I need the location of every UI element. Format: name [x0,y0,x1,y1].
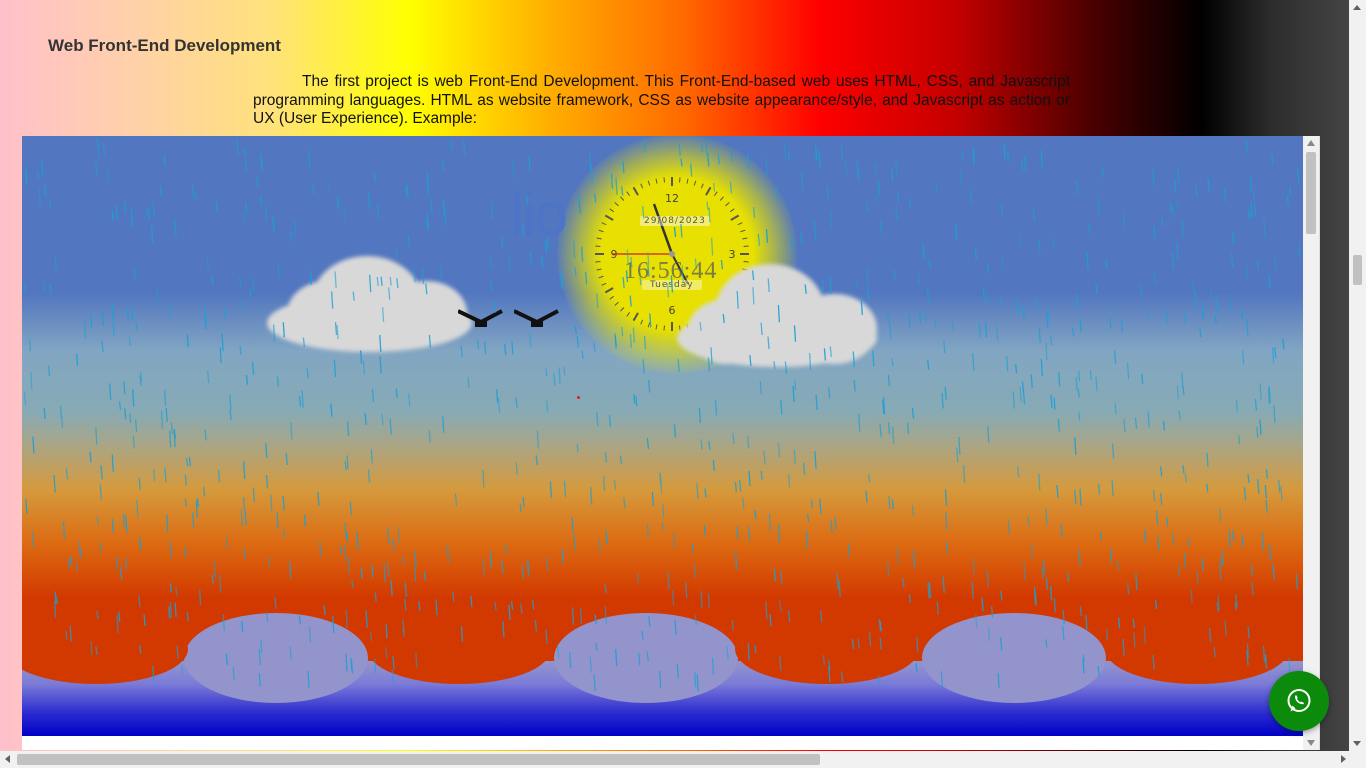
page-horizontal-scrollbar[interactable] [0,751,1366,768]
scroll-left-icon[interactable] [5,755,10,763]
whatsapp-button[interactable] [1269,671,1329,731]
scroll-down-icon[interactable] [1307,740,1315,746]
section-description: The first project is web Front-End Devel… [253,73,1070,127]
scroll-down-icon[interactable] [1353,741,1361,746]
iframe-vertical-scrollbar[interactable] [1303,136,1319,750]
scroll-up-icon[interactable] [1353,5,1361,10]
page-vertical-scrollbar[interactable] [1349,0,1366,751]
demo-iframe[interactable]: lio 12 3 6 9 29/08/2023 16:56:44 Tuesday [22,136,1320,750]
section-title: Web Front-End Development [48,36,281,55]
whatsapp-icon [1287,689,1311,712]
scroll-up-icon[interactable] [1307,140,1315,146]
scrollbar-thumb[interactable] [1353,255,1362,285]
scrollbar-thumb[interactable] [17,754,820,765]
rain-layer [23,136,1301,692]
demo-scene: lio 12 3 6 9 29/08/2023 16:56:44 Tuesday [22,136,1303,736]
scroll-right-icon[interactable] [1341,755,1346,763]
scrollbar-thumb[interactable] [1306,152,1316,234]
